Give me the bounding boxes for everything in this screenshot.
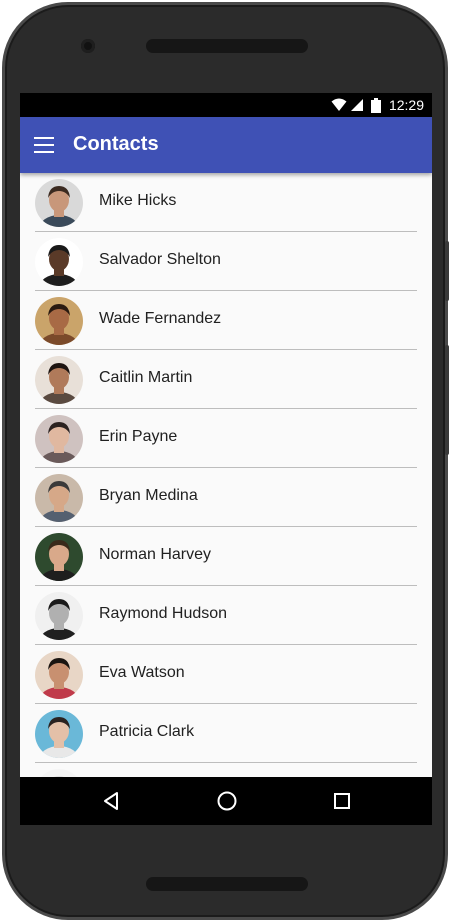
wifi-icon [331, 98, 347, 111]
contact-list[interactable]: Mike Hicks Salvador Shelton Wade Fernandez… [20, 173, 432, 777]
navigation-bar [20, 777, 432, 825]
contact-row[interactable]: Caitlin Martin [20, 350, 432, 409]
battery-icon [371, 98, 381, 113]
contact-name: Raymond Hudson [99, 605, 228, 622]
avatar [35, 179, 83, 227]
avatar [35, 651, 83, 699]
contact-name: Bryan Medina [99, 487, 198, 504]
contact-name: Erin Payne [99, 428, 178, 445]
contact-name: Eva Watson [99, 664, 185, 681]
contact-row[interactable]: Raymond Hudson [20, 586, 432, 645]
clock: 12:29 [388, 97, 424, 113]
contact-row[interactable]: Erin Payne [20, 409, 432, 468]
front-camera [81, 39, 95, 53]
avatar [35, 356, 83, 404]
power-button[interactable] [445, 345, 449, 455]
phone-frame: 12:29 Contacts Mike Hicks Salvador Shelto… [2, 2, 449, 920]
contact-name: Wade Fernandez [99, 310, 222, 327]
contact-name: Caitlin Martin [99, 369, 193, 386]
contact-name: Mike Hicks [99, 192, 177, 209]
status-bar: 12:29 [20, 93, 432, 117]
volume-button[interactable] [445, 241, 449, 301]
avatar [35, 533, 83, 581]
contact-row[interactable]: Eva Watson [20, 645, 432, 704]
back-icon[interactable] [100, 789, 124, 813]
contact-row[interactable]: Bryan Medina [20, 468, 432, 527]
avatar [35, 297, 83, 345]
app-bar: Contacts [20, 117, 432, 173]
earpiece-speaker [146, 39, 308, 53]
avatar [35, 592, 83, 640]
bottom-speaker [146, 877, 308, 891]
screen: 12:29 Contacts Mike Hicks Salvador Shelto… [20, 93, 432, 825]
avatar [35, 415, 83, 463]
contact-row[interactable] [20, 763, 432, 777]
recents-icon[interactable] [330, 789, 354, 813]
contact-row[interactable]: Wade Fernandez [20, 291, 432, 350]
home-icon[interactable] [215, 789, 239, 813]
avatar [35, 769, 83, 777]
avatar [35, 710, 83, 758]
menu-icon[interactable] [34, 137, 54, 153]
signal-icon [351, 99, 363, 111]
contact-row[interactable]: Norman Harvey [20, 527, 432, 586]
avatar [35, 474, 83, 522]
contact-row[interactable]: Salvador Shelton [20, 232, 432, 291]
contact-name: Norman Harvey [99, 546, 212, 563]
contact-row[interactable]: Mike Hicks [20, 173, 432, 232]
contact-name: Patricia Clark [99, 723, 195, 740]
avatar [35, 238, 83, 286]
contact-name: Salvador Shelton [99, 251, 221, 268]
page-title: Contacts [73, 133, 159, 155]
contact-row[interactable]: Patricia Clark [20, 704, 432, 763]
